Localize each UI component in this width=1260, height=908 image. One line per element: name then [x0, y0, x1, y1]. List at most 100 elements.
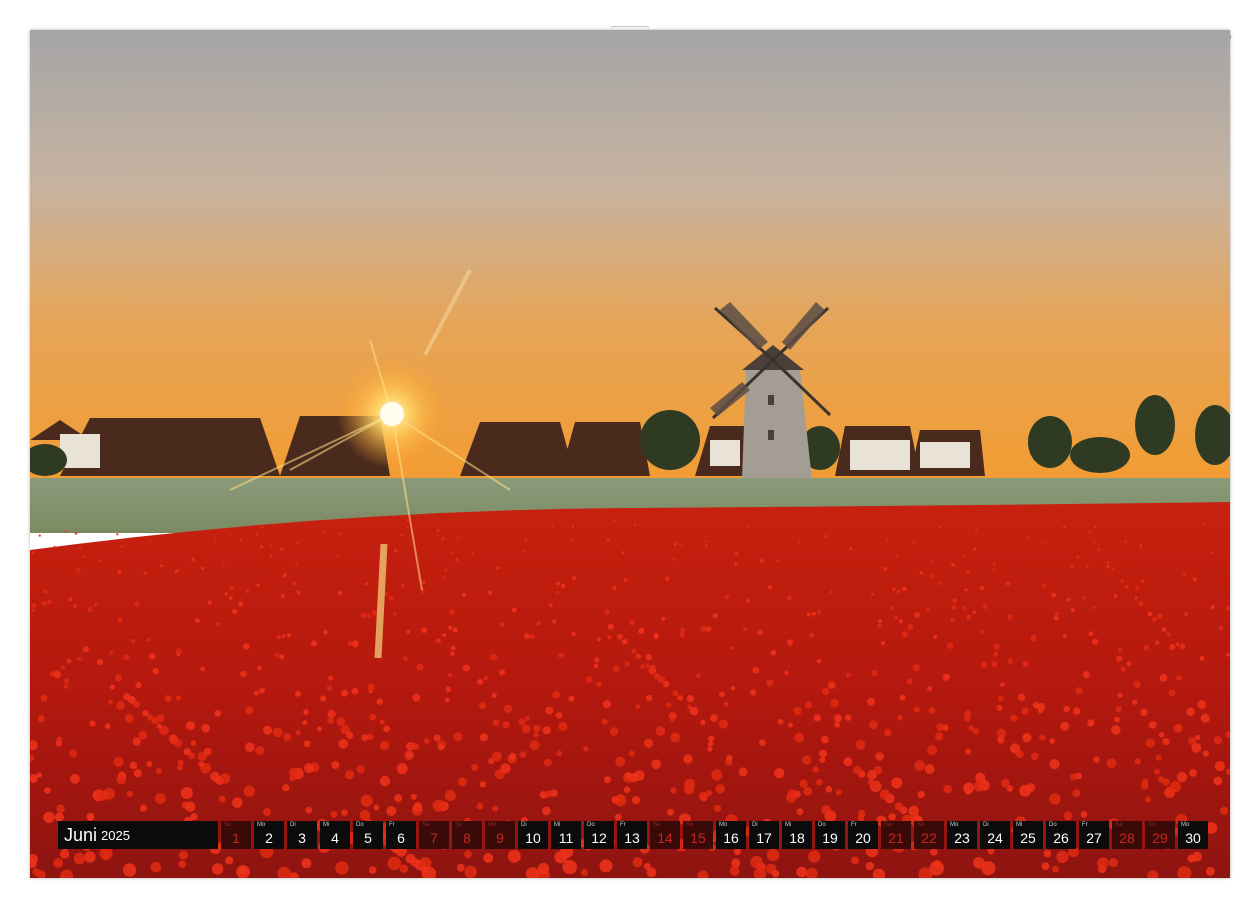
poppy: [366, 613, 372, 619]
poppy: [301, 858, 312, 869]
poppy: [706, 626, 712, 632]
poppy: [817, 610, 821, 615]
day-cell: Di 17: [749, 821, 779, 849]
poppy: [1052, 865, 1059, 873]
poppy: [640, 664, 645, 669]
day-cell: Fr 27: [1079, 821, 1109, 849]
poppy: [84, 851, 96, 863]
poppy: [282, 573, 287, 578]
poppy: [31, 551, 35, 555]
poppy: [834, 714, 842, 723]
poppy: [919, 570, 924, 575]
poppy: [604, 609, 610, 615]
poppy: [400, 533, 404, 537]
day-cell: Fr 20: [848, 821, 878, 849]
poppy: [154, 793, 166, 804]
poppy: [1184, 612, 1189, 617]
poppy: [980, 661, 988, 669]
poppy: [1154, 768, 1160, 775]
poppy: [411, 743, 419, 751]
poppy: [666, 808, 674, 816]
poppy: [803, 786, 813, 796]
day-cell: So 22: [914, 821, 944, 849]
poppy: [816, 779, 823, 786]
poppy: [966, 614, 971, 619]
poppy: [1041, 540, 1044, 544]
poppy: [635, 704, 641, 710]
poppy: [615, 756, 626, 767]
poppy: [518, 718, 526, 726]
poppy: [117, 617, 123, 623]
poppy: [441, 537, 445, 540]
poppy: [631, 648, 637, 655]
poppy: [867, 697, 875, 706]
poppy: [224, 592, 228, 596]
poppy: [680, 627, 686, 633]
poppy: [1017, 693, 1026, 701]
day-number: 24: [987, 830, 1003, 846]
poppy: [453, 732, 463, 742]
poppy: [1157, 613, 1163, 620]
poppy: [830, 698, 839, 708]
poppy: [1117, 647, 1123, 653]
poppy: [262, 807, 272, 817]
poppy: [232, 608, 238, 615]
poppy: [651, 759, 662, 770]
poppy: [767, 585, 772, 590]
poppy: [993, 651, 999, 657]
poppy: [1152, 616, 1157, 622]
poppy: [175, 695, 182, 701]
poppy: [274, 653, 279, 657]
poppy: [975, 528, 978, 532]
poppy: [130, 638, 136, 644]
poppy: [444, 790, 456, 802]
poppy: [972, 728, 980, 735]
poppy: [628, 619, 635, 626]
poppy: [126, 790, 133, 798]
poppy: [278, 654, 285, 660]
poppy: [877, 623, 882, 629]
poppy: [593, 663, 599, 668]
poppy: [1202, 750, 1209, 757]
poppy: [914, 612, 920, 618]
poppy: [614, 813, 622, 821]
poppy: [730, 645, 735, 651]
poppy: [492, 805, 499, 812]
poppy: [327, 717, 335, 724]
day-cell: Mo 9: [485, 821, 515, 849]
day-number: 4: [331, 830, 339, 846]
poppy: [1053, 615, 1059, 621]
poppy: [710, 714, 718, 722]
poppy: [964, 710, 972, 717]
day-cell: Sa 28: [1112, 821, 1142, 849]
poppy: [31, 608, 35, 613]
poppy: [1210, 604, 1215, 610]
weekday-label: So: [455, 822, 463, 828]
day-cell: Do 5: [353, 821, 383, 849]
poppy: [490, 653, 497, 661]
poppy: [43, 811, 55, 824]
poppy: [406, 629, 411, 634]
poppy: [542, 726, 551, 735]
poppy: [825, 785, 833, 793]
poppy: [829, 590, 834, 594]
poppy: [116, 774, 127, 785]
poppy: [1007, 614, 1013, 620]
year-label: 2025: [101, 827, 130, 843]
poppy: [809, 632, 814, 638]
poppy: [289, 774, 296, 782]
poppy: [457, 863, 465, 872]
poppy: [731, 858, 741, 868]
poppy: [1168, 689, 1176, 697]
poppy: [175, 648, 182, 655]
weekday-label: Mo: [257, 822, 266, 828]
poppy: [508, 752, 516, 760]
poppy: [997, 695, 1004, 702]
poppy: [1169, 643, 1176, 650]
poppy: [222, 561, 226, 565]
poppy: [458, 777, 467, 787]
poppy: [190, 740, 196, 746]
day-number: 30: [1185, 830, 1201, 846]
poppy: [1188, 737, 1196, 745]
poppy: [597, 637, 601, 642]
